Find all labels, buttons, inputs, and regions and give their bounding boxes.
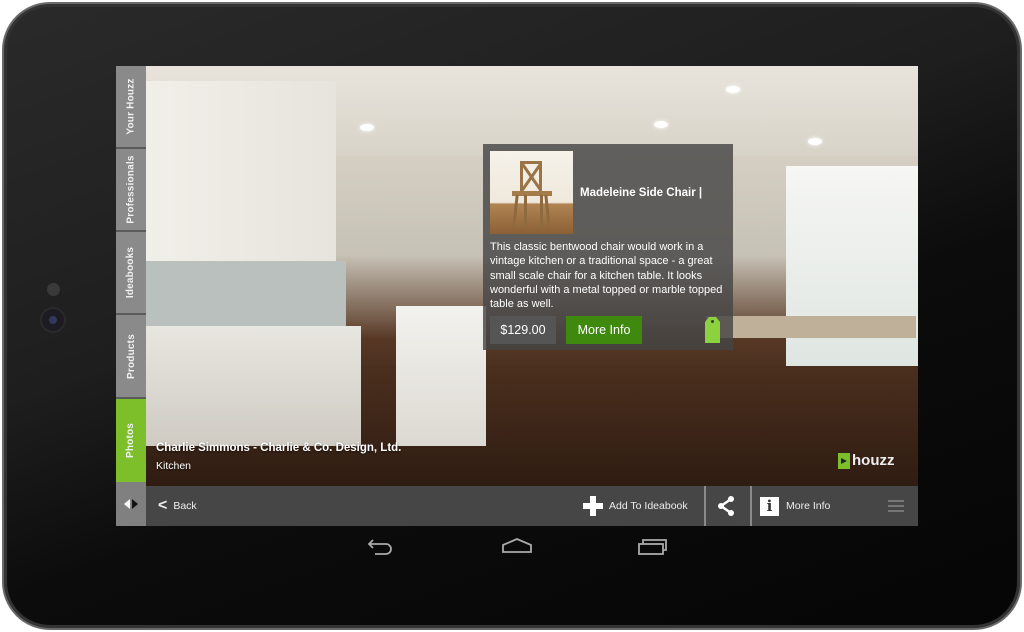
photo-lower-cabinets — [146, 326, 361, 446]
chevron-left-icon: < — [158, 497, 168, 514]
add-to-ideabook-button[interactable]: Add To Ideabook — [583, 486, 688, 526]
more-info-label: More Info — [786, 500, 831, 512]
product-price: $129.00 — [490, 316, 556, 344]
tab-label: Ideabooks — [125, 246, 137, 299]
sidebar-tab-photos[interactable]: Photos — [116, 399, 146, 482]
sidebar-tab-your-houzz[interactable]: Your Houzz — [116, 66, 146, 149]
action-bar: < Back Add To Ideabook i More Info — [146, 486, 918, 526]
chair-image — [540, 195, 543, 227]
houzz-logo: houzz — [838, 452, 895, 469]
app-screen: Your Houzz Professionals Ideabooks Produ… — [116, 66, 918, 526]
sidebar-tab-professionals[interactable]: Professionals — [116, 149, 146, 232]
product-thumbnail[interactable] — [490, 151, 573, 234]
sidebar-tab-products[interactable]: Products — [116, 315, 146, 399]
plus-icon — [583, 496, 603, 516]
tab-label: Professionals — [125, 155, 137, 224]
photo-island — [396, 306, 486, 446]
info-icon: i — [760, 496, 779, 516]
sidebar-tab-ideabooks[interactable]: Ideabooks — [116, 232, 146, 315]
share-button[interactable] — [706, 486, 746, 526]
tab-label: Products — [125, 333, 137, 379]
divider — [750, 486, 752, 526]
chair-image — [512, 194, 519, 228]
sensor-icon — [47, 283, 60, 296]
back-label: Back — [173, 500, 197, 512]
photo-cabinets — [146, 81, 336, 271]
houzz-logo-icon — [838, 452, 850, 469]
ceiling-light — [360, 124, 374, 131]
ceiling-light — [654, 121, 668, 128]
recent-apps-icon[interactable] — [632, 534, 672, 558]
product-description: This classic bentwood chair would work i… — [490, 241, 723, 311]
back-button[interactable]: < Back — [158, 486, 197, 526]
sidebar: Your Houzz Professionals Ideabooks Produ… — [116, 66, 146, 526]
photo-table — [706, 316, 916, 338]
share-icon — [718, 496, 734, 516]
front-camera-icon — [42, 309, 64, 331]
overflow-menu-icon[interactable] — [888, 500, 904, 512]
photo-credit: Charlie Simmons - Charlie & Co. Design, … — [156, 442, 401, 472]
home-icon[interactable] — [497, 534, 537, 558]
product-popup: Madeleine Side Chair | This classic bent… — [483, 144, 733, 350]
tab-label: Photos — [125, 422, 137, 459]
ceiling-light — [808, 138, 822, 145]
room-type: Kitchen — [156, 460, 192, 472]
designer-name[interactable]: Charlie Simmons - Charlie & Co. Design, … — [156, 442, 401, 454]
more-info-button[interactable]: i More Info — [760, 486, 830, 526]
houzz-wordmark: houzz — [852, 452, 895, 469]
photo-backsplash — [146, 261, 346, 331]
add-to-ideabook-label: Add To Ideabook — [609, 500, 688, 512]
product-more-info-button[interactable]: More Info — [566, 316, 642, 344]
ceiling-light — [726, 86, 740, 93]
sidebar-toggle-button[interactable] — [116, 482, 146, 526]
sidebar-toggle-icon — [124, 499, 138, 509]
back-icon[interactable] — [361, 534, 401, 558]
chair-image — [524, 195, 527, 227]
system-nav-bar — [116, 526, 918, 566]
product-title[interactable]: Madeleine Side Chair | — [580, 187, 702, 199]
tab-label: Your Houzz — [125, 78, 137, 135]
price-tag-icon[interactable] — [705, 317, 720, 343]
chair-image — [544, 194, 551, 228]
